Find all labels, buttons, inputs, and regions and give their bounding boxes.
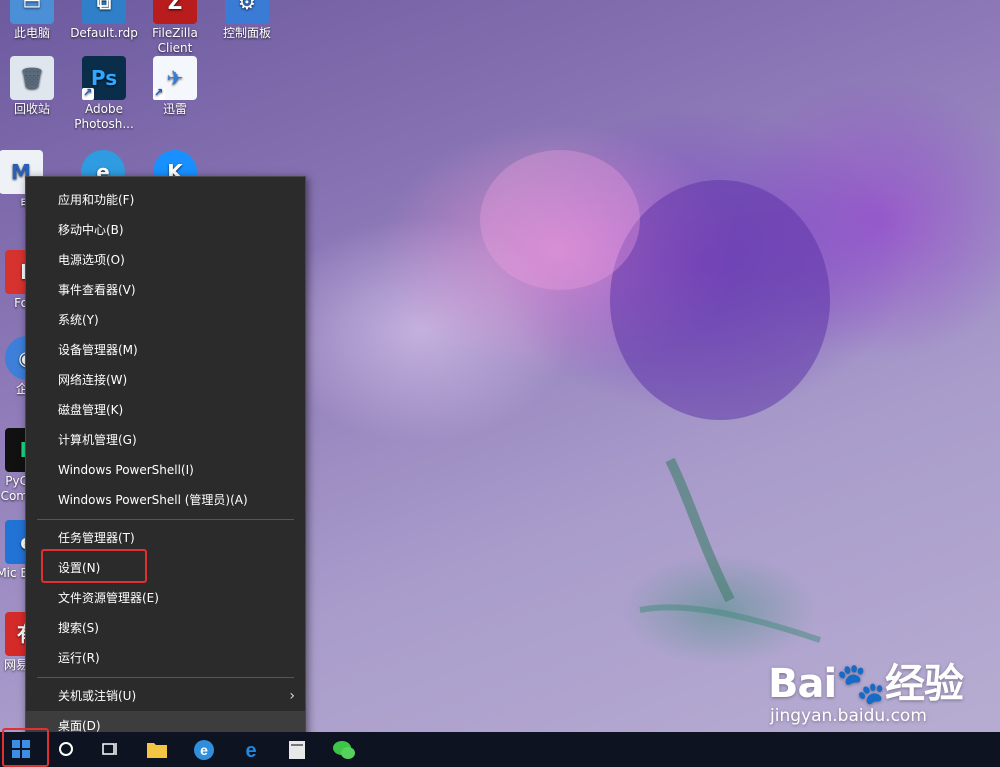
desktop-icon-this-pc[interactable]: ▭ 此电脑 xyxy=(0,0,67,41)
control-panel-icon: ⚙ xyxy=(225,0,269,24)
filezilla-icon: Z xyxy=(153,0,197,24)
menu-item-power-options[interactable]: 电源选项(O) xyxy=(26,245,305,275)
desktop-icon-label: 回收站 xyxy=(13,102,50,116)
menu-item-system[interactable]: 系统(Y) xyxy=(26,305,305,335)
cortana-icon[interactable] xyxy=(56,739,78,761)
edge-icon[interactable]: e xyxy=(193,739,215,761)
desktop-icon-photoshop[interactable]: Ps Adobe Photosh... xyxy=(69,56,139,132)
desktop-icon-control-panel[interactable]: ⚙ 控制面板 xyxy=(212,0,282,41)
menu-item-file-explorer[interactable]: 文件资源管理器(E) xyxy=(26,583,305,613)
computer-icon: ▭ xyxy=(10,0,54,24)
menu-item-device-manager[interactable]: 设备管理器(M) xyxy=(26,335,305,365)
rdp-icon: ⧉ xyxy=(82,0,126,24)
menu-item-search[interactable]: 搜索(S) xyxy=(26,613,305,643)
desktop-icon-label: Adobe Photosh... xyxy=(74,102,134,131)
menu-separator xyxy=(37,677,294,678)
shortcut-arrow-icon xyxy=(153,85,165,100)
desktop-icon-xunlei[interactable]: ✈ 迅雷 xyxy=(140,56,210,117)
watermark-url: jingyan.baidu.com xyxy=(770,706,927,726)
photoshop-icon: Ps xyxy=(82,56,126,100)
menu-item-powershell-admin[interactable]: Windows PowerShell (管理员)(A) xyxy=(26,485,305,515)
watermark-brand: Bai🐾经验 xyxy=(768,661,964,707)
menu-item-disk-management[interactable]: 磁盘管理(K) xyxy=(26,395,305,425)
start-highlight-box xyxy=(2,728,49,767)
settings-highlight-box xyxy=(41,549,147,583)
menu-item-computer-management[interactable]: 计算机管理(G) xyxy=(26,425,305,455)
recycle-bin-icon: 🗑 xyxy=(10,56,54,100)
ie-icon[interactable]: e xyxy=(240,739,262,762)
desktop-icon-filezilla[interactable]: Z FileZilla Client xyxy=(140,0,210,56)
menu-item-event-viewer[interactable]: 事件查看器(V) xyxy=(26,275,305,305)
menu-separator xyxy=(37,519,294,520)
wechat-icon[interactable] xyxy=(332,739,355,761)
baidu-jingyan-watermark: Bai🐾经验 jingyan.baidu.com xyxy=(768,661,964,726)
svg-text:e: e xyxy=(245,740,256,761)
menu-item-run[interactable]: 运行(R) xyxy=(26,643,305,673)
chevron-right-icon: › xyxy=(289,688,295,704)
xunlei-icon: ✈ xyxy=(153,56,197,100)
desktop-icon-label: FileZilla Client xyxy=(152,26,198,55)
file-explorer-icon[interactable] xyxy=(146,739,168,761)
desktop-icon-label: 迅雷 xyxy=(162,102,187,116)
desktop-icon-recycle-bin[interactable]: 🗑 回收站 xyxy=(0,56,67,117)
app-icon[interactable] xyxy=(287,739,309,761)
winx-context-menu: 应用和功能(F) 移动中心(B) 电源选项(O) 事件查看器(V) 系统(Y) … xyxy=(25,176,306,750)
desktop-icon-label: 此电脑 xyxy=(13,26,50,40)
taskbar: e e xyxy=(0,732,1000,767)
task-view-icon[interactable] xyxy=(100,739,122,761)
shortcut-arrow-icon xyxy=(82,85,94,100)
menu-item-shutdown-signout[interactable]: 关机或注销(U) › xyxy=(26,681,305,711)
svg-text:e: e xyxy=(200,742,208,758)
desktop-icon-default-rdp[interactable]: ⧉ Default.rdp xyxy=(69,0,139,41)
menu-item-label: 关机或注销(U) xyxy=(58,689,137,703)
desktop-icon-label: Default.rdp xyxy=(70,26,138,40)
desktop-icon-label: 控制面板 xyxy=(222,26,271,40)
menu-item-apps-features[interactable]: 应用和功能(F) xyxy=(26,185,305,215)
menu-item-mobility-center[interactable]: 移动中心(B) xyxy=(26,215,305,245)
menu-item-network-connections[interactable]: 网络连接(W) xyxy=(26,365,305,395)
menu-item-powershell[interactable]: Windows PowerShell(I) xyxy=(26,455,305,485)
